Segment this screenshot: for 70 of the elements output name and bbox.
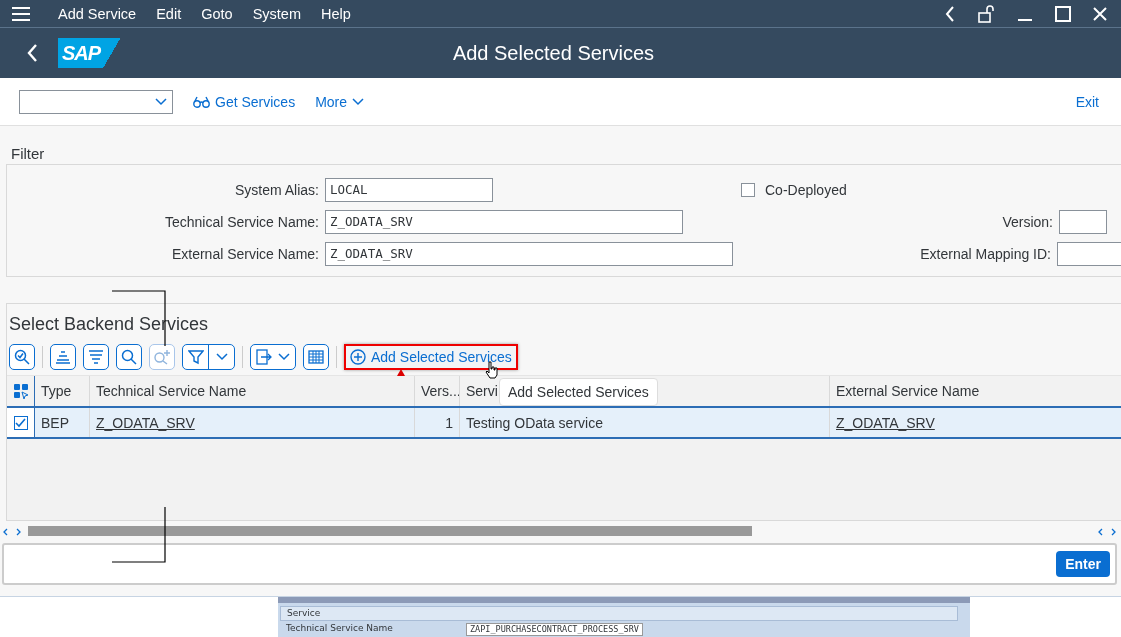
menu-item[interactable]: Add Service bbox=[58, 5, 137, 22]
menu-item[interactable]: System bbox=[252, 5, 301, 22]
window-title: Add Selected Services bbox=[452, 41, 655, 65]
column-header[interactable]: External Service Name bbox=[830, 376, 1121, 406]
menu-icon[interactable] bbox=[12, 6, 30, 21]
input-field[interactable] bbox=[1059, 210, 1107, 234]
maximize-icon[interactable] bbox=[1055, 5, 1071, 22]
scrollbar-thumb[interactable] bbox=[28, 526, 753, 536]
input-field[interactable] bbox=[1057, 242, 1121, 266]
service-link[interactable]: Z_ODATA_SRV bbox=[96, 414, 195, 431]
annotation-line bbox=[112, 507, 166, 563]
menu-item[interactable]: Goto bbox=[201, 5, 233, 22]
field-label: External Mapping ID: bbox=[920, 246, 1051, 262]
zoom-icon bbox=[14, 349, 30, 365]
sort-descending-icon bbox=[88, 350, 104, 364]
export-button[interactable] bbox=[250, 344, 296, 370]
more-button[interactable]: More bbox=[315, 93, 365, 110]
zoom-icon-button[interactable] bbox=[9, 344, 35, 370]
search-plus-icon bbox=[153, 349, 171, 365]
row-checkbox[interactable] bbox=[13, 415, 28, 430]
field-label: System Alias: bbox=[233, 182, 319, 198]
table-row[interactable]: BEP Z_ODATA_SRV 1 Testing OData service Z_ODATA_SRV bbox=[7, 408, 1121, 439]
menu-item[interactable]: Help bbox=[320, 5, 351, 22]
exit-button[interactable]: Exit bbox=[1075, 93, 1099, 110]
column-header[interactable]: Vers... bbox=[415, 376, 460, 406]
section-title: Service bbox=[280, 606, 958, 621]
filter-icon bbox=[187, 349, 204, 365]
export-icon bbox=[256, 349, 272, 365]
glasses-icon bbox=[193, 95, 210, 108]
field-label: Technical Service Name: bbox=[163, 214, 319, 230]
plus-circle-icon bbox=[350, 349, 366, 365]
section-title: Filter bbox=[11, 145, 46, 162]
close-icon[interactable] bbox=[1093, 6, 1107, 21]
table-cell: BEP bbox=[35, 408, 90, 437]
search-icon bbox=[121, 349, 137, 365]
checkbox[interactable] bbox=[741, 183, 755, 197]
sort-ascending-icon bbox=[55, 350, 71, 364]
grid-icon bbox=[308, 350, 324, 364]
add-selected-services-button[interactable]: Add Selected Services bbox=[344, 344, 518, 370]
hand-cursor-icon bbox=[485, 361, 499, 379]
service-link[interactable]: Z_ODATA_SRV bbox=[836, 414, 935, 431]
enter-button[interactable]: Enter bbox=[1056, 551, 1110, 577]
dropdown-field[interactable] bbox=[19, 89, 173, 114]
field-label: External Service Name: bbox=[170, 246, 319, 262]
field-label: Technical Service Name bbox=[286, 623, 394, 635]
sort-descending-button[interactable] bbox=[83, 344, 109, 370]
get-services-button[interactable]: Get Services bbox=[193, 93, 296, 110]
search-button[interactable] bbox=[116, 344, 142, 370]
column-header[interactable]: Type bbox=[35, 376, 90, 406]
unlock-icon[interactable] bbox=[977, 4, 995, 23]
chevron-down-icon bbox=[352, 97, 365, 106]
input-field[interactable]: Z_ODATA_SRV bbox=[325, 210, 683, 234]
back-icon[interactable] bbox=[945, 5, 955, 22]
checkbox-label: Co-Deployed bbox=[765, 182, 847, 198]
table-cell: Testing OData service bbox=[460, 408, 830, 437]
select-all-icon[interactable] bbox=[12, 383, 29, 399]
input-field[interactable]: LOCAL bbox=[325, 178, 493, 202]
tooltip: Add Selected Services bbox=[499, 378, 658, 406]
filter-button[interactable] bbox=[182, 344, 235, 370]
menu-item[interactable]: Edit bbox=[156, 5, 182, 22]
chevron-down-icon bbox=[215, 353, 228, 361]
chevron-down-icon bbox=[278, 353, 290, 361]
input-field: ZAPI_PURCHASECONTRACT_PROCESS_SRV bbox=[466, 623, 643, 636]
sort-ascending-button[interactable] bbox=[50, 344, 76, 370]
back-icon[interactable] bbox=[26, 43, 38, 63]
input-field[interactable]: Z_ODATA_SRV bbox=[325, 242, 733, 266]
chevron-down-icon bbox=[155, 97, 167, 106]
layout-button[interactable] bbox=[303, 344, 329, 370]
table-cell: 1 bbox=[415, 408, 460, 437]
field-label: Version: bbox=[1002, 214, 1053, 230]
